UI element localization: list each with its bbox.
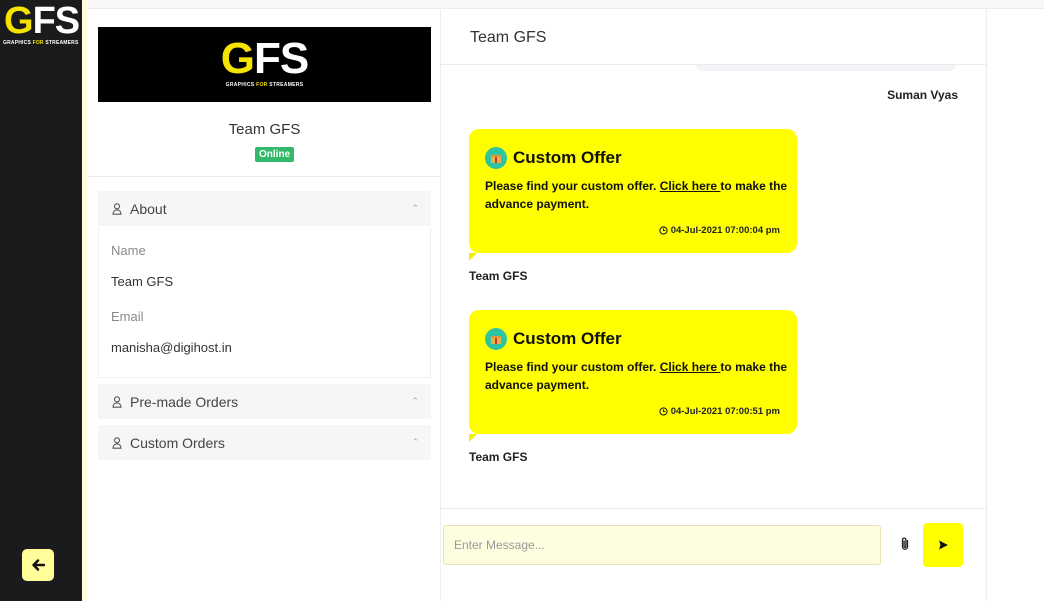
- back-arrow-icon: [32, 559, 45, 571]
- accordion-about-label: About: [130, 200, 167, 217]
- clock-icon: [659, 407, 668, 416]
- email-label: Email: [111, 309, 144, 324]
- message-timestamp: 04-Jul-2021 07:00:51 pm: [659, 406, 780, 417]
- chat-panel: Team GFS Suman Vyas Custom Offer Please …: [441, 10, 986, 601]
- bubble-tail: [469, 253, 477, 261]
- offer-title: Custom Offer: [513, 329, 622, 348]
- custom-offer-message: Custom Offer Please find your custom off…: [469, 129, 797, 261]
- bubble-tail: [469, 434, 477, 442]
- custom-offer-message: Custom Offer Please find your custom off…: [469, 310, 797, 442]
- back-button[interactable]: [22, 549, 54, 581]
- offer-title: Custom Offer: [513, 148, 622, 167]
- chat-header: Team GFS: [441, 10, 986, 65]
- click-here-link[interactable]: Click here: [660, 360, 721, 374]
- user-icon: [112, 202, 122, 215]
- send-icon: [939, 540, 948, 550]
- message-timestamp: 04-Jul-2021 07:00:04 pm: [659, 225, 780, 236]
- send-button[interactable]: [923, 523, 963, 567]
- profile-name: Team GFS: [228, 121, 301, 138]
- paperclip-icon[interactable]: [899, 536, 911, 557]
- chevron-up-icon: ⌃: [411, 203, 419, 213]
- gift-icon: [485, 147, 507, 169]
- user-icon: [112, 436, 122, 449]
- accordion-custom-label: Custom Orders: [130, 434, 225, 451]
- name-value: Team GFS: [111, 274, 174, 289]
- email-value: manisha@digihost.in: [111, 340, 232, 355]
- offer-text: Please find your custom offer. Click her…: [485, 179, 788, 211]
- composer-divider: [441, 508, 986, 509]
- left-rail: GFS GRAPHICS FOR STREAMERS: [0, 0, 82, 601]
- previous-message-bubble: [696, 65, 956, 71]
- accordion-premade-orders[interactable]: Pre-made Orders ⌃: [98, 384, 431, 419]
- accordion-premade-label: Pre-made Orders: [130, 393, 239, 410]
- message-sender: Team GFS: [469, 269, 528, 283]
- profile-banner: GFS GRAPHICS FOR STREAMERS: [98, 27, 431, 102]
- chevron-up-icon: ⌃: [411, 396, 419, 406]
- message-input[interactable]: [443, 525, 881, 565]
- message-sender: Suman Vyas: [887, 88, 958, 102]
- accordion-custom-orders[interactable]: Custom Orders ⌃: [98, 425, 431, 460]
- divider: [88, 176, 441, 177]
- rail-logo[interactable]: GFS GRAPHICS FOR STREAMERS: [0, 0, 82, 50]
- right-empty-column: [986, 10, 1044, 601]
- about-details: Name Team GFS Email manisha@digihost.in: [98, 227, 431, 378]
- top-bar: [0, 0, 1044, 9]
- offer-text: Please find your custom offer. Click her…: [485, 360, 788, 392]
- status-badge: Online: [255, 147, 295, 162]
- message-sender: Team GFS: [469, 450, 528, 464]
- gift-icon: [485, 328, 507, 350]
- chevron-up-icon: ⌃: [411, 437, 419, 447]
- chat-title: Team GFS: [470, 29, 547, 46]
- accordion-about[interactable]: About ⌃: [98, 191, 431, 226]
- profile-panel: GFS GRAPHICS FOR STREAMERS Team GFS Onli…: [88, 10, 441, 601]
- name-label: Name: [111, 243, 146, 258]
- click-here-link[interactable]: Click here: [660, 179, 721, 193]
- user-icon: [112, 395, 122, 408]
- clock-icon: [659, 226, 668, 235]
